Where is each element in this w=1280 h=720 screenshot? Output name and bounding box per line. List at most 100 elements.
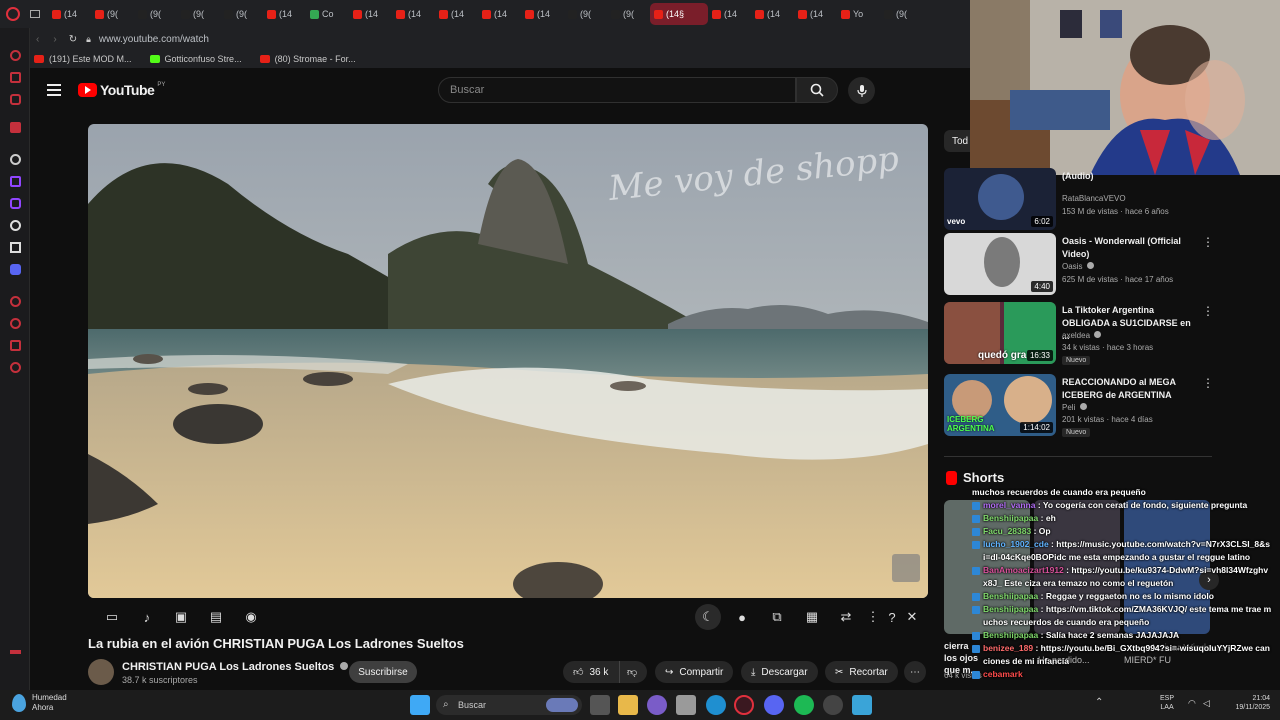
browser-tab[interactable]: (14 — [478, 3, 521, 25]
menu-icon[interactable] — [47, 84, 61, 96]
miniplayer-icon[interactable]: ⧉ — [764, 604, 790, 630]
forward-icon[interactable]: › — [53, 34, 56, 45]
bookmark-item[interactable]: (80) Stromae - For... — [259, 54, 356, 64]
taskbar-search[interactable]: ⌕ Buscar — [436, 695, 582, 715]
x-icon[interactable] — [10, 242, 21, 253]
notepad-icon[interactable] — [852, 695, 872, 715]
gmail-icon[interactable] — [10, 122, 21, 133]
file-explorer-icon[interactable] — [618, 695, 638, 715]
video-player[interactable]: Me voy de shopp — [88, 124, 928, 598]
more-actions-button[interactable]: ⋯ — [904, 661, 926, 683]
browser-tab[interactable]: (14§ — [650, 3, 708, 25]
browser-tab[interactable]: (9( — [564, 3, 607, 25]
loop-icon[interactable]: ⇄ — [833, 604, 859, 630]
video-thumbnail[interactable]: quedó gra 16:33 — [944, 302, 1056, 364]
browser-tab[interactable]: Co — [306, 3, 349, 25]
bookmark-item[interactable]: (191) Este MOD M... — [34, 54, 132, 64]
opera-gx-icon[interactable] — [734, 695, 754, 715]
youtube-logo[interactable]: YouTube PY — [78, 82, 165, 98]
messenger-icon[interactable] — [10, 72, 21, 83]
bulb-icon[interactable]: ● — [729, 604, 755, 630]
browser-tab[interactable]: (14 — [263, 3, 306, 25]
dark-mode-icon[interactable]: ☾ — [695, 604, 721, 630]
edge-icon[interactable] — [706, 695, 726, 715]
browser-tab[interactable]: (14 — [794, 3, 837, 25]
browser-tab[interactable]: (9( — [607, 3, 650, 25]
twitch-icon[interactable] — [10, 176, 21, 187]
tab-overview-icon[interactable] — [30, 10, 40, 18]
clip-button[interactable]: ✂ Recortar — [825, 661, 898, 683]
aria-icon[interactable] — [10, 50, 21, 61]
recommended-video[interactable]: vevo 6:02 (Audio) RataBlancaVEVO 153 M d… — [944, 168, 1214, 230]
browser-tab[interactable]: (14 — [349, 3, 392, 25]
spotify-icon[interactable] — [794, 695, 814, 715]
weather-widget[interactable]: Humedad Ahora — [12, 693, 67, 713]
subscribe-button[interactable]: Suscribirse — [349, 661, 417, 683]
store-icon[interactable] — [676, 695, 696, 715]
search-input[interactable]: Buscar — [438, 77, 796, 103]
obs-icon[interactable] — [823, 695, 843, 715]
browser-tab[interactable]: (14 — [435, 3, 478, 25]
voice-search-button[interactable] — [848, 77, 875, 104]
task-view-icon[interactable] — [590, 695, 610, 715]
more-vert-icon[interactable]: ⋮ — [1202, 304, 1214, 318]
back-icon[interactable]: ‹ — [36, 34, 39, 45]
gx-icon[interactable] — [10, 650, 21, 654]
close-icon[interactable]: ✕ — [899, 604, 925, 630]
browser-tab[interactable]: (14 — [521, 3, 564, 25]
browser-tab[interactable]: (9( — [177, 3, 220, 25]
screenshot-icon[interactable]: ◉ — [238, 604, 264, 630]
search-button[interactable] — [796, 77, 838, 103]
channel-name[interactable]: CHRISTIAN PUGA Los Ladrones Sueltos — [122, 661, 349, 673]
camera-icon[interactable]: ▭ — [99, 604, 125, 630]
tiktok-icon[interactable] — [10, 220, 21, 231]
settings-icon[interactable] — [10, 362, 21, 373]
recommended-video[interactable]: 4:40 Oasis - Wonderwall (Official Video)… — [944, 233, 1214, 295]
browser-tab[interactable]: (9( — [880, 3, 923, 25]
video-thumbnail[interactable]: vevo 6:02 — [944, 168, 1056, 230]
channel-avatar[interactable] — [88, 659, 114, 685]
recommended-video[interactable]: ICEBERG ARGENTINA 1:14:02 REACCIONANDO a… — [944, 374, 1214, 437]
bookmark-item[interactable]: Gotticonfuso Stre... — [149, 54, 242, 64]
captions-icon[interactable]: ▤ — [203, 604, 229, 630]
pip-icon[interactable]: ▦ — [799, 604, 825, 630]
image-icon[interactable]: ▣ — [168, 604, 194, 630]
browser-tab[interactable]: (14 — [708, 3, 751, 25]
browser-tab[interactable]: (9( — [91, 3, 134, 25]
reload-icon[interactable]: ↻ — [69, 34, 77, 45]
browser-tab[interactable]: Yo — [837, 3, 880, 25]
clock[interactable]: 21:04 19/11/2025 — [1222, 694, 1270, 712]
history-icon[interactable] — [10, 318, 21, 329]
more-vert-icon[interactable]: ⋮ — [1202, 235, 1214, 249]
tray-chevron-icon[interactable]: ⌃ — [1095, 697, 1103, 708]
recommended-video[interactable]: quedó gra 16:33 La Tiktoker Argentina OB… — [944, 302, 1214, 365]
browser-tab[interactable]: (9( — [134, 3, 177, 25]
video-thumbnail[interactable]: ICEBERG ARGENTINA 1:14:02 — [944, 374, 1056, 436]
filter-chip-all[interactable]: Tod — [944, 130, 970, 152]
kick-icon[interactable] — [10, 154, 21, 165]
discord-icon[interactable] — [764, 695, 784, 715]
language-indicator[interactable]: ESP LAA — [1160, 694, 1174, 712]
dislike-button[interactable]: 👎︎ — [619, 661, 647, 683]
share-button[interactable]: ↪ Compartir — [655, 661, 734, 683]
instagram-icon[interactable] — [10, 198, 21, 209]
extensions-icon[interactable] — [10, 340, 21, 351]
music-icon[interactable]: ♪ — [134, 604, 160, 630]
download-button[interactable]: ⤓ Descargar — [741, 661, 818, 683]
more-vert-icon[interactable]: ⋮ — [1202, 376, 1214, 390]
discord-icon[interactable] — [10, 264, 21, 275]
start-button[interactable] — [410, 695, 430, 715]
browser-tab[interactable]: (9( — [220, 3, 263, 25]
instagram-icon[interactable] — [10, 94, 21, 105]
browser-tab[interactable]: (14 — [751, 3, 794, 25]
copilot-icon[interactable] — [647, 695, 667, 715]
browser-tab[interactable]: (14 — [392, 3, 435, 25]
url-field[interactable]: www.youtube.com/watch — [99, 34, 209, 45]
player-icon[interactable] — [10, 296, 21, 307]
video-thumbnail[interactable]: 4:40 — [944, 233, 1056, 295]
volume-icon[interactable]: ◁ — [1203, 698, 1210, 709]
browser-tab[interactable]: (14 — [48, 3, 91, 25]
wifi-icon[interactable]: ◠ — [1188, 698, 1196, 709]
like-button[interactable]: 👍︎ 36 k — [563, 661, 619, 683]
opera-logo-icon[interactable] — [6, 7, 20, 21]
